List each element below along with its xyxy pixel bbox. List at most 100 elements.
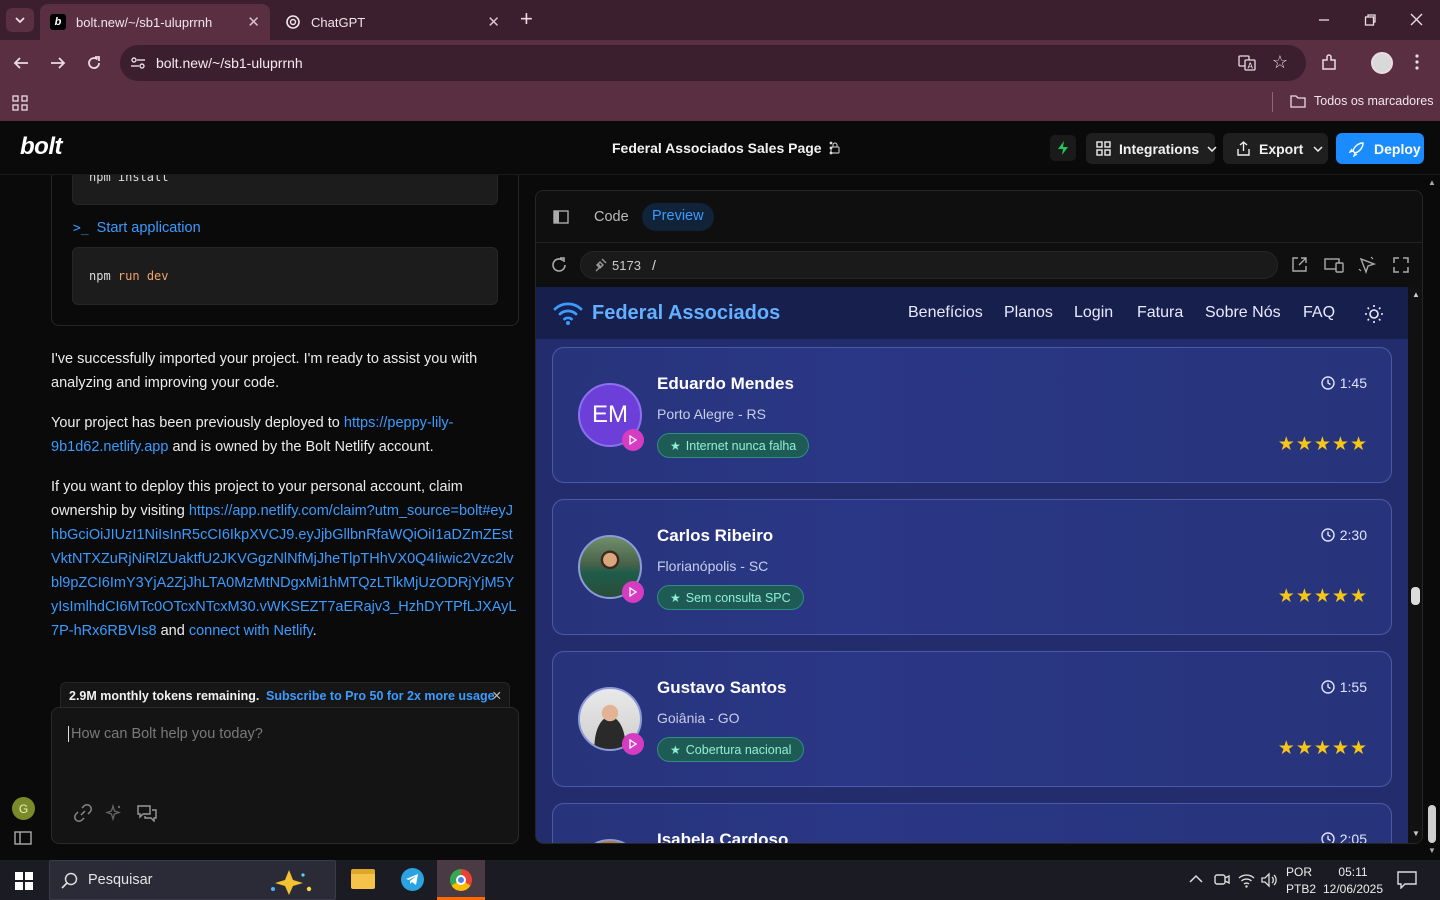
testimonial-card[interactable]: Carlos Ribeiro Florianópolis - SC ★ Sem c…: [552, 499, 1392, 635]
export-button[interactable]: Export: [1223, 133, 1328, 164]
close-tab-icon[interactable]: ✕: [247, 13, 260, 31]
new-tab-icon[interactable]: +: [520, 8, 533, 30]
duration-text: 1:55: [1339, 679, 1367, 695]
page-scrollbar[interactable]: ▲ ▼: [1424, 175, 1440, 860]
panel-toggle-icon[interactable]: [553, 210, 569, 224]
nav-sobre-nos[interactable]: Sobre Nós: [1205, 304, 1281, 322]
subscribe-link[interactable]: Subscribe to Pro 50 for 2x more usage: [266, 689, 495, 703]
discuss-icon[interactable]: [137, 804, 157, 822]
scroll-up-icon[interactable]: ▲: [1428, 178, 1436, 187]
netlify-status-icon[interactable]: [1050, 135, 1076, 161]
volume-icon[interactable]: [1261, 872, 1278, 888]
chrome-taskbar-button[interactable]: [437, 860, 485, 900]
deploy-button[interactable]: Deploy: [1336, 133, 1424, 164]
nav-login[interactable]: Login: [1074, 304, 1113, 322]
minimize-icon[interactable]: [1318, 10, 1330, 22]
testimonial-card[interactable]: EM Eduardo Mendes Porto Alegre - RS ★ Int…: [552, 347, 1392, 483]
taskbar-search-box[interactable]: Pesquisar: [49, 860, 336, 900]
bookmarks-divider: [1272, 92, 1273, 112]
tab-bolt[interactable]: b bolt.new/~/sb1-uluprrnh ✕: [40, 4, 270, 40]
browser-tab-strip: b bolt.new/~/sb1-uluprrnh ✕ ChatGPT ✕ +: [0, 0, 1440, 40]
close-banner-icon[interactable]: ✕: [492, 688, 502, 703]
testimonial-card[interactable]: Isabela Cardoso 2:05: [552, 803, 1392, 843]
command-text: npm run dev: [89, 269, 169, 283]
maximize-icon[interactable]: [1364, 14, 1376, 26]
sidebar-toggle-icon[interactable]: [14, 831, 32, 845]
testimonial-card[interactable]: Gustavo Santos Goiânia - GO ★ Cobertura n…: [552, 651, 1392, 787]
forward-icon[interactable]: [50, 55, 66, 71]
scroll-thumb[interactable]: [1411, 587, 1420, 605]
tab-preview[interactable]: Preview: [642, 203, 714, 231]
back-icon[interactable]: [13, 55, 29, 71]
apps-grid-icon[interactable]: [12, 95, 28, 111]
input-language[interactable]: POR PTB2: [1286, 864, 1316, 898]
bolt-logo[interactable]: bolt: [20, 133, 62, 161]
clock-icon: [1321, 376, 1335, 390]
scroll-down-icon[interactable]: ▼: [1412, 829, 1420, 838]
open-new-window-icon[interactable]: [1291, 256, 1308, 273]
all-bookmarks[interactable]: Todos os marcadores: [1290, 94, 1434, 108]
show-hidden-icons-icon[interactable]: [1189, 874, 1203, 884]
play-video-icon[interactable]: [622, 581, 644, 603]
profile-avatar[interactable]: [1371, 52, 1393, 74]
tab-search-dropdown-icon[interactable]: [6, 8, 34, 32]
site-brand[interactable]: Federal Associados: [592, 302, 780, 325]
testimonial-location: Florianópolis - SC: [657, 558, 769, 574]
notifications-icon[interactable]: [1397, 871, 1417, 889]
telegram-icon[interactable]: [401, 868, 424, 891]
play-video-icon[interactable]: [622, 733, 644, 755]
device-toggle-icon[interactable]: [1324, 257, 1344, 273]
nav-planos[interactable]: Planos: [1004, 304, 1053, 322]
video-duration: 1:55: [1321, 679, 1367, 695]
claim-link[interactable]: https://app.netlify.com/claim?utm_source…: [51, 503, 516, 639]
rating-star-icon: ★: [1295, 586, 1313, 607]
enhance-sparkle-icon[interactable]: [105, 804, 123, 822]
inspect-icon[interactable]: [1358, 256, 1376, 274]
preview-site: Federal Associados Benefícios Planos Log…: [536, 287, 1408, 843]
extensions-icon[interactable]: [1320, 54, 1338, 72]
menu-kebab-icon[interactable]: [1415, 54, 1419, 70]
fullscreen-icon[interactable]: [1393, 257, 1409, 273]
message-text: Your project has been previously deploye…: [51, 415, 344, 431]
clock-icon: [1321, 528, 1335, 542]
close-tab-icon[interactable]: ✕: [487, 13, 500, 31]
close-window-icon[interactable]: [1410, 13, 1423, 26]
clock[interactable]: 05:11 12/06/2025: [1322, 864, 1384, 898]
project-title[interactable]: Federal Associados Sales Page: [612, 140, 840, 156]
chatgpt-icon: [285, 14, 301, 30]
translate-icon[interactable]: A: [1238, 55, 1256, 71]
nav-beneficios[interactable]: Benefícios: [908, 304, 983, 322]
scroll-up-icon[interactable]: ▲: [1412, 290, 1420, 299]
file-explorer-icon[interactable]: [351, 869, 375, 889]
site-scrollbar-track[interactable]: ▲ ▼: [1408, 287, 1422, 843]
bookmark-star-icon[interactable]: ☆: [1272, 52, 1288, 73]
address-bar[interactable]: bolt.new/~/sb1-uluprrnh A ☆: [120, 45, 1306, 81]
start-application-step[interactable]: >_ Start application: [73, 220, 201, 236]
prompt-input[interactable]: How can Bolt help you today?: [68, 726, 263, 742]
rating-stars: ★ ★ ★ ★ ★: [1277, 739, 1367, 758]
nav-fatura[interactable]: Fatura: [1137, 304, 1183, 322]
network-icon[interactable]: [1238, 872, 1255, 888]
attach-link-icon[interactable]: [74, 804, 92, 822]
tag-text: Cobertura nacional: [685, 742, 792, 757]
theme-toggle-sun-icon[interactable]: [1364, 304, 1384, 324]
start-windows-icon[interactable]: [15, 872, 33, 890]
tab-code[interactable]: Code: [594, 209, 629, 225]
site-info-icon[interactable]: [130, 55, 146, 71]
tab-chatgpt[interactable]: ChatGPT ✕: [275, 4, 510, 40]
play-video-icon[interactable]: [622, 429, 644, 451]
meet-now-icon[interactable]: [1214, 872, 1230, 888]
user-avatar[interactable]: G: [12, 797, 35, 820]
reload-icon[interactable]: [86, 55, 102, 71]
nav-faq[interactable]: FAQ: [1303, 304, 1335, 322]
reload-preview-icon[interactable]: [550, 256, 568, 274]
connect-netlify-link[interactable]: connect with Netlify: [189, 623, 313, 639]
integrations-button[interactable]: Integrations: [1086, 133, 1217, 164]
assistant-message-1: I've successfully imported your project.…: [51, 351, 478, 391]
plug-icon: [593, 258, 607, 272]
chevron-down-icon: [1207, 145, 1217, 152]
scroll-thumb[interactable]: [1428, 805, 1436, 843]
preview-url-bar[interactable]: 5173 /: [580, 251, 1278, 279]
project-menu-icon[interactable]: [829, 141, 833, 155]
scroll-down-icon[interactable]: ▼: [1428, 846, 1436, 855]
